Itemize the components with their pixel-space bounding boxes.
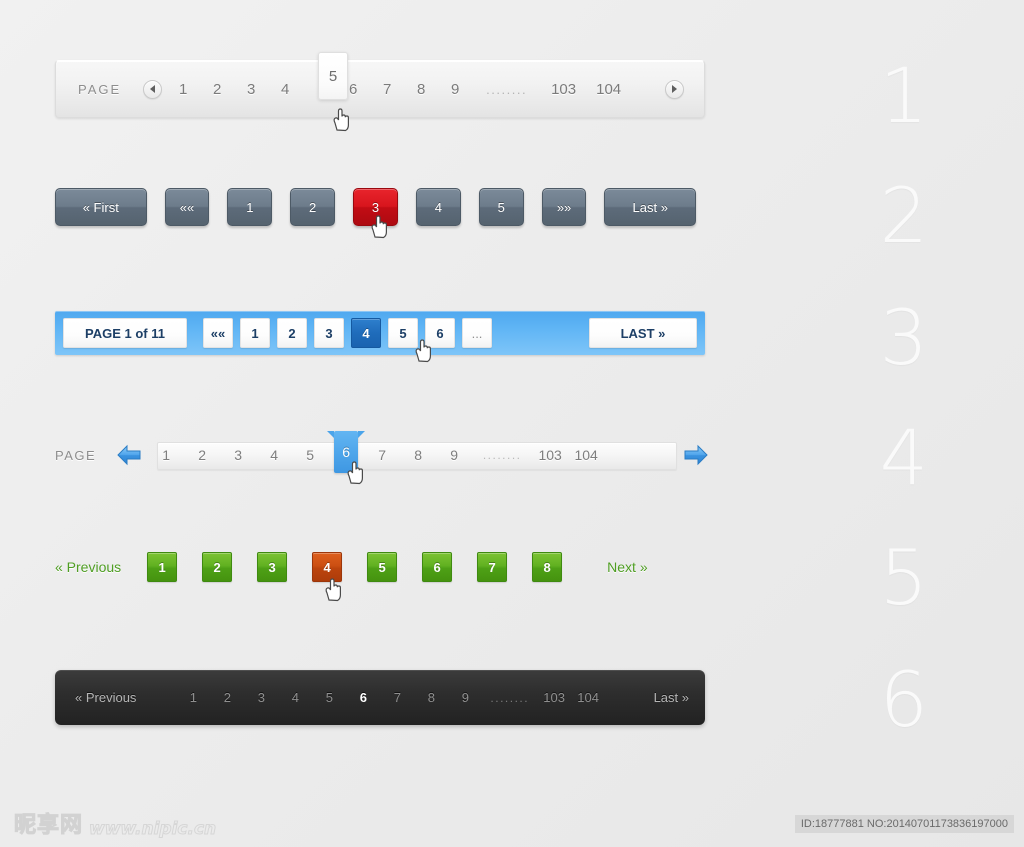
section-number-3: 3 [879, 293, 928, 382]
page-button-4[interactable]: 4 [415, 188, 461, 226]
page-tile-4-active[interactable]: 4 [312, 552, 343, 582]
last-button[interactable]: LAST » [589, 318, 697, 348]
section-number-1: 1 [879, 51, 928, 140]
page-tile-2[interactable]: 2 [202, 552, 233, 582]
page-link-9[interactable]: 9 [438, 81, 472, 98]
page-link-9[interactable]: 9 [436, 447, 472, 463]
ellipsis: ........ [486, 81, 528, 97]
page-link-3[interactable]: 3 [244, 690, 278, 705]
page-link-103[interactable]: 103 [532, 447, 568, 463]
page-tile-1[interactable]: 1 [147, 552, 178, 582]
page-link-3[interactable]: 3 [234, 81, 268, 98]
page-tile-2[interactable]: 2 [277, 318, 307, 348]
triangle-left-icon [150, 85, 156, 93]
page-link-6-active[interactable]: 6 [346, 690, 380, 705]
first-button[interactable]: « First [55, 188, 147, 226]
pagination-widget-3: PAGE 1 of 11 «« 1 2 3 4 5 6 ... LAST » [55, 311, 705, 355]
page-link-9[interactable]: 9 [448, 690, 482, 705]
section-number-2: 2 [879, 171, 928, 260]
page-tile-7[interactable]: 7 [477, 552, 508, 582]
pagination-row: PAGE 1 2 3 4 5 6 7 8 9 ........ 103 104 [55, 430, 715, 480]
page-link-8[interactable]: 8 [400, 447, 436, 463]
prev-page-button[interactable] [143, 79, 163, 99]
active-page-tab[interactable]: 5 [318, 52, 348, 100]
page-tile-4-active[interactable]: 4 [351, 318, 381, 348]
pagination-widget-6: « Previous 1 2 3 4 5 6 7 8 9 ........ 10… [55, 670, 705, 725]
section-number-6: 6 [879, 655, 928, 744]
ellipsis: ........ [490, 690, 530, 705]
page-link-8[interactable]: 8 [404, 81, 438, 98]
page-link-1[interactable]: 1 [148, 447, 184, 463]
page-label: PAGE [78, 81, 122, 97]
page-tile-3[interactable]: 3 [314, 318, 344, 348]
arrow-right-icon [684, 444, 708, 466]
page-tile-1[interactable]: 1 [240, 318, 270, 348]
last-link[interactable]: Last » [654, 690, 689, 705]
next-page-button[interactable] [665, 79, 684, 99]
page-button-2[interactable]: 2 [290, 188, 336, 226]
pagination-widget-2: « First «« 1 2 3 4 5 »» Last » [55, 188, 705, 230]
pagination-bar: « Previous 1 2 3 4 5 6 7 8 9 ........ 10… [55, 670, 705, 725]
watermark-url: www.nipic.cn [89, 819, 217, 840]
pagination-row: « First «« 1 2 3 4 5 »» Last » [55, 188, 705, 226]
section-number-5: 5 [879, 533, 928, 622]
page-link-4[interactable]: 4 [256, 447, 292, 463]
previous-link[interactable]: « Previous [55, 559, 121, 575]
active-page-marker[interactable]: 6 [327, 431, 366, 473]
triangle-right-icon [672, 85, 677, 93]
page-link-104[interactable]: 104 [586, 81, 631, 98]
page-link-2[interactable]: 2 [200, 81, 234, 98]
pagination-bar: PAGE 1 2 3 4 5 6 7 8 9 ........ 103 104 … [55, 52, 705, 118]
page-button-1[interactable]: 1 [227, 188, 273, 226]
watermark-chinese: 昵享网 [13, 813, 84, 839]
arrow-left-icon [117, 444, 141, 466]
last-button[interactable]: Last » [604, 188, 697, 226]
prev-arrow-button[interactable] [116, 444, 142, 466]
ellipsis-tile[interactable]: ... [462, 318, 492, 348]
page-link-4[interactable]: 4 [278, 690, 312, 705]
page-tile-5[interactable]: 5 [388, 318, 418, 348]
page-link-1[interactable]: 1 [166, 81, 200, 98]
pagination-bar: PAGE 1 of 11 «« 1 2 3 4 5 6 ... LAST » [55, 311, 705, 355]
page-button-5[interactable]: 5 [478, 188, 524, 226]
image-id-text: ID:18777881 NO:20140701173836197000 [794, 815, 1014, 833]
page-count-label: PAGE 1 of 11 [63, 318, 187, 348]
page-link-7[interactable]: 7 [370, 81, 404, 98]
page-link-3[interactable]: 3 [220, 447, 256, 463]
page-tile-6[interactable]: 6 [425, 318, 455, 348]
page-tile-6[interactable]: 6 [422, 552, 453, 582]
next-arrow-button[interactable] [683, 444, 709, 466]
next-link[interactable]: Next » [607, 559, 647, 575]
pagination-widget-5: « Previous 1 2 3 4 5 6 7 8 Next » [55, 552, 705, 592]
page-button-3-active[interactable]: 3 [353, 188, 398, 226]
page-items: 1 2 3 4 5 6 7 8 9 ........ 103 104 [148, 430, 715, 480]
previous-link[interactable]: « Previous [75, 690, 136, 705]
page-tile-5[interactable]: 5 [367, 552, 398, 582]
page-link-5[interactable]: 5 [292, 447, 328, 463]
next-button[interactable]: »» [541, 188, 587, 226]
page-link-5[interactable]: 5 [312, 690, 346, 705]
page-link-104[interactable]: 104 [571, 690, 605, 705]
page-link-2[interactable]: 2 [210, 690, 244, 705]
page-link-7[interactable]: 7 [364, 447, 400, 463]
page-label: PAGE [55, 447, 97, 463]
page-link-7[interactable]: 7 [380, 690, 414, 705]
page-link-103[interactable]: 103 [541, 81, 586, 98]
watermark: 昵享网 www.nipic.cn [13, 807, 217, 840]
page-tile-3[interactable]: 3 [257, 552, 288, 582]
page-link-1[interactable]: 1 [176, 690, 210, 705]
page-tile-8[interactable]: 8 [532, 552, 563, 582]
prev-button[interactable]: «« [203, 318, 233, 348]
page-link-103[interactable]: 103 [537, 690, 571, 705]
section-number-4: 4 [879, 413, 928, 502]
pagination-widget-4: PAGE 1 2 3 4 5 6 7 8 9 ........ 103 104 [55, 430, 715, 480]
ellipsis: ........ [482, 448, 522, 462]
pagination-row: « Previous 1 2 3 4 5 6 7 8 Next » [55, 552, 705, 582]
pagination-widget-1: PAGE 1 2 3 4 5 6 7 8 9 ........ 103 104 … [55, 52, 705, 118]
page-link-2[interactable]: 2 [184, 447, 220, 463]
page-link-8[interactable]: 8 [414, 690, 448, 705]
page-link-104[interactable]: 104 [568, 447, 604, 463]
page-link-4[interactable]: 4 [268, 81, 302, 98]
prev-button[interactable]: «« [164, 188, 210, 226]
